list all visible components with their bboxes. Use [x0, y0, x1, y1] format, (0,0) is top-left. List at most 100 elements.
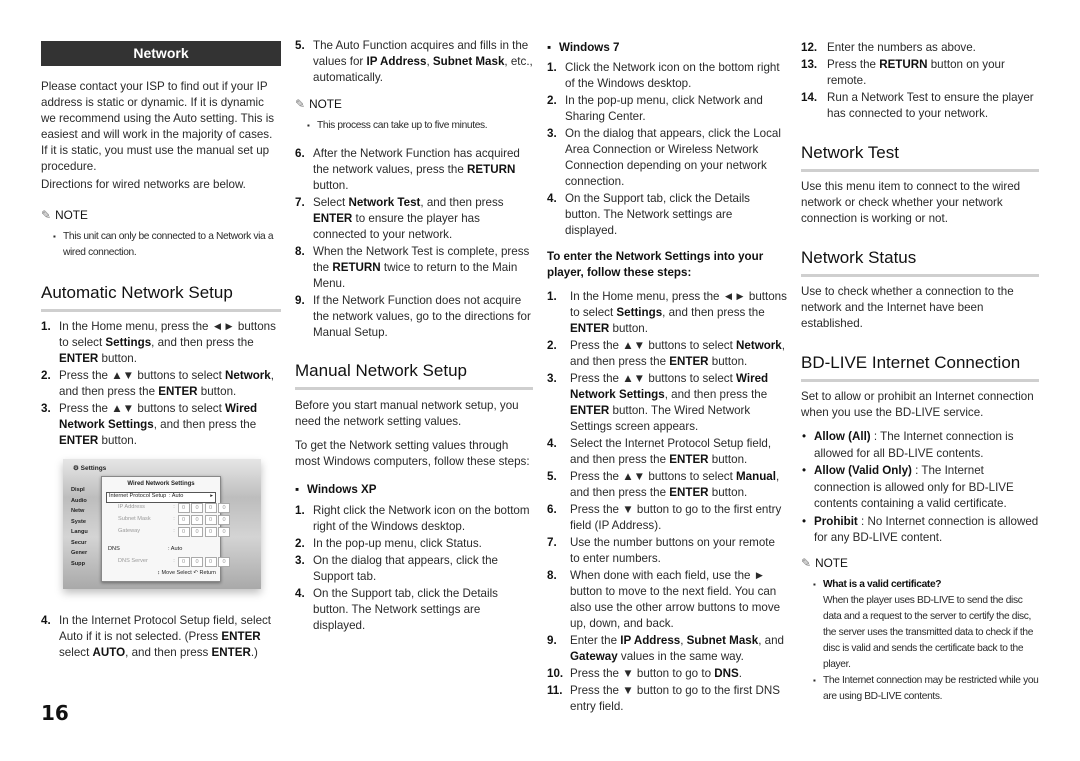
step-number: 8.: [295, 245, 305, 258]
settings-menu-item: Displ: [71, 487, 85, 493]
settings-row: Gateway:0 0 0 0: [106, 527, 230, 537]
page-number: 16: [41, 701, 69, 725]
row-label: DNS Server: [118, 558, 148, 564]
step-number: 8.: [547, 569, 557, 582]
step-text: Run a Network Test to ensure the player …: [827, 91, 1034, 120]
note-heading: ✎ NOTE: [801, 555, 848, 570]
step-number: 2.: [547, 94, 557, 107]
dialog-footer: ↕ Move Select ↶ Return: [157, 570, 216, 576]
step-number: 1.: [547, 290, 557, 303]
step-number: 7.: [547, 536, 557, 549]
step-text: Press the RETURN button on your remote.: [827, 58, 1005, 87]
enter-settings-heading: To enter the Network Settings into your …: [547, 250, 764, 279]
auto-setup-step-4: 4. In the Internet Protocol Setup field, …: [41, 613, 281, 661]
heading-automatic-network-setup: Automatic Network Setup: [41, 283, 281, 312]
list-item: What is a valid certificate?When the pla…: [813, 577, 1039, 673]
pencil-icon: ✎: [41, 208, 52, 222]
step-text: Press the ▲▼ buttons to select Manual, a…: [570, 470, 780, 499]
step-text: Enter the IP Address, Subnet Mask, and G…: [570, 634, 784, 663]
step-text: When done with each field, use the ► but…: [570, 569, 781, 630]
note-label: NOTE: [55, 208, 88, 222]
step-number: 4.: [547, 192, 557, 205]
step-text: Use the number buttons on your remote to…: [570, 536, 775, 565]
step-text: Press the ▲▼ buttons to select Network, …: [59, 369, 274, 398]
ip-octet-boxes: :0000: [172, 527, 230, 537]
ip-octet: 0: [218, 515, 230, 525]
settings-menu-item: Audio: [71, 497, 87, 504]
step-text: Enter the numbers as above.: [827, 41, 976, 54]
list-item: Prohibit : No Internet connection is all…: [801, 514, 1039, 547]
step-item: 8. When done with each field, use the ► b…: [547, 568, 787, 632]
ip-octet: 0: [191, 515, 203, 525]
step-text: Click the Network icon on the bottom rig…: [565, 61, 780, 90]
step-item: 1. In the Home menu, press the ◄► buttons…: [41, 319, 281, 367]
settings-menu-item: Netw: [71, 508, 85, 514]
note-item: This process can take up to five minutes…: [307, 118, 533, 134]
settings-row: Subnet Mask:0 0 0 0: [106, 515, 230, 525]
settings-screenshot: ⚙ Settings Displ Audio Netw Syste Langu Secur…: [63, 459, 261, 589]
step-item: 1. Click the Network icon on the bottom r…: [547, 60, 787, 92]
settings-menu-item: Langu: [71, 529, 88, 535]
step-item: 7. Select Network Test, and then press EN…: [295, 195, 533, 243]
ip-octet: 0: [218, 557, 230, 567]
step-text: In the Home menu, press the ◄► buttons t…: [570, 290, 787, 335]
heading-network-test: Network Test: [801, 143, 1039, 172]
step-text: Press the ▼ button to go to the first DN…: [570, 684, 780, 713]
column-2: 5. The Auto Function acquires and fills i…: [295, 38, 533, 635]
step-item: 1. In the Home menu, press the ◄► buttons…: [547, 289, 787, 337]
row-label: DNS: [108, 546, 120, 552]
step-number: 2.: [547, 339, 557, 352]
step-number: 5.: [547, 470, 557, 483]
enter-settings-steps: 1. In the Home menu, press the ◄► buttons…: [547, 289, 787, 715]
step-item: 1. Right click the Network icon on the bo…: [295, 503, 533, 535]
ip-octet: 0: [204, 503, 217, 513]
ip-octet: 0: [177, 503, 190, 513]
ip-octet: 0: [218, 503, 230, 513]
step-number: 6.: [295, 147, 305, 160]
step-item: 8. When the Network Test is complete, pre…: [295, 244, 533, 292]
row-label: IP Address: [118, 504, 145, 510]
ip-octet: 0: [204, 515, 217, 525]
ip-octet: 0: [191, 527, 203, 537]
windows-xp-label: Windows XP: [295, 482, 533, 498]
step-number: 3.: [547, 372, 557, 385]
dialog-title: Wired Network Settings: [127, 481, 195, 487]
note-heading: ✎ NOTE: [295, 97, 342, 111]
step-text: Select the Internet Protocol Setup field…: [570, 437, 772, 466]
step-number: 3.: [547, 127, 557, 140]
step-item: 4. In the Internet Protocol Setup field, …: [41, 614, 272, 659]
step-text: When the Network Test is complete, press…: [313, 245, 530, 290]
directions-text: Directions for wired networks are below.: [41, 178, 246, 191]
step-text: Press the ▲▼ buttons to select Wired Net…: [570, 372, 769, 433]
step-text: In the Home menu, press the ◄► buttons t…: [59, 320, 276, 365]
ip-octet: 0: [191, 557, 203, 567]
row-label: Internet Protocol Setup: [109, 493, 167, 499]
note-heading: ✎ NOTE: [41, 207, 281, 223]
step-item: 10. Press the ▼ button to go to DNS.: [547, 666, 787, 682]
settings-row: Internet Protocol Setup: Auto ▸: [106, 492, 216, 503]
heading-manual-network-setup: Manual Network Setup: [295, 361, 533, 390]
settings-menu-item: Syste: [71, 518, 86, 525]
step-number: 2.: [295, 537, 305, 550]
step-text: On the dialog that appears, click the Lo…: [565, 127, 781, 188]
step-item: 11. Press the ▼ button to go to the first…: [547, 683, 787, 715]
ip-octet-boxes: :0000: [172, 557, 230, 567]
auto-setup-steps-cont: 5. The Auto Function acquires and fills i…: [295, 38, 533, 86]
step-item: 12. Enter the numbers as above.: [801, 40, 1039, 56]
windows-7-label: Windows 7: [547, 40, 787, 56]
step-number: 7.: [295, 196, 305, 209]
step-number: 12.: [801, 41, 818, 54]
step-item: 2. In the pop-up menu, click Network and …: [547, 93, 787, 125]
step-number: 5.: [295, 39, 305, 52]
step-item: 9. If the Network Function does not acqui…: [295, 293, 533, 341]
step-text: Right click the Network icon on the bott…: [313, 504, 530, 533]
auto-setup-steps: 1. In the Home menu, press the ◄► buttons…: [41, 319, 281, 449]
step-item: 3. On the dialog that appears, click the …: [295, 553, 533, 585]
bd-live-options: Allow (All) : The Internet connection is…: [801, 429, 1039, 547]
heading-bd-live: BD-LIVE Internet Connection: [801, 353, 1039, 382]
step-number: 3.: [295, 554, 305, 567]
settings-row: IP Address:0 0 0 0: [106, 503, 230, 513]
step-text: Press the ▼ button to go to the first en…: [570, 503, 782, 532]
step-text: Press the ▼ button to go to DNS.: [570, 667, 742, 680]
ip-octet: 0: [218, 527, 230, 537]
